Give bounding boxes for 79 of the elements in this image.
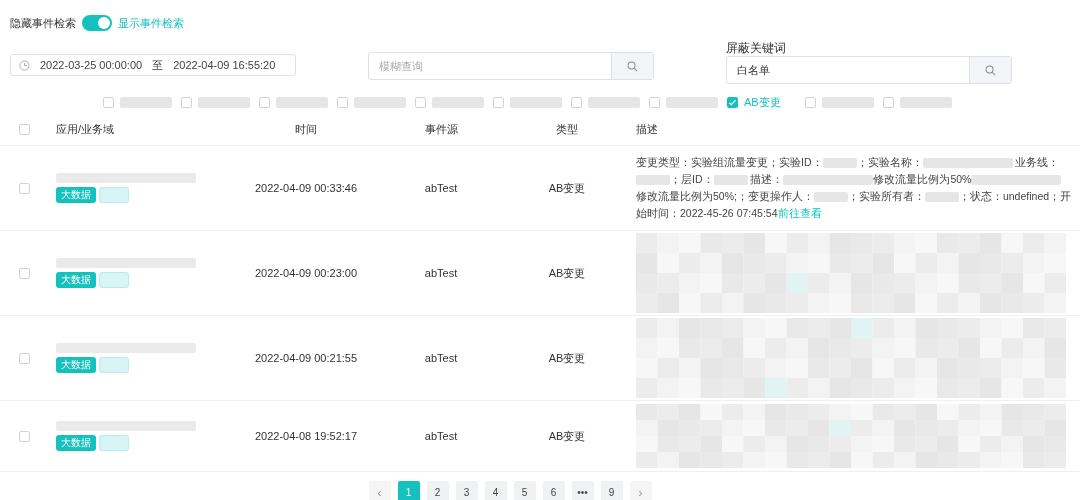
column-header: 类型 bbox=[556, 122, 578, 135]
field-label: 屏蔽关键词 bbox=[726, 40, 787, 56]
tag: 大数据 bbox=[56, 272, 96, 288]
time-cell: 2022-04-09 00:21:55 bbox=[254, 352, 358, 364]
checkbox[interactable] bbox=[805, 96, 816, 108]
source-cell: abTest bbox=[424, 267, 458, 279]
blurred-text bbox=[120, 96, 172, 108]
checkbox[interactable] bbox=[103, 96, 114, 108]
search-field[interactable]: 模糊查询 bbox=[369, 53, 611, 79]
search-bar[interactable]: 模糊查询 bbox=[368, 52, 654, 80]
page-button[interactable]: 2 bbox=[426, 481, 449, 500]
blurred-text bbox=[510, 96, 562, 108]
row-checkbox[interactable] bbox=[19, 352, 30, 364]
column-header: 应用/业务域 bbox=[56, 122, 115, 135]
column-header: 事件源 bbox=[424, 122, 458, 135]
blurred-text bbox=[276, 96, 328, 108]
keyword-field[interactable]: 白名单 bbox=[727, 57, 969, 83]
time-cell: 2022-04-09 00:23:00 bbox=[254, 267, 358, 279]
select-all-checkbox[interactable] bbox=[19, 123, 30, 135]
type-cell: AB变更 bbox=[548, 266, 586, 279]
redacted-text bbox=[713, 175, 748, 186]
blurred-tag bbox=[99, 435, 129, 451]
blurred-text bbox=[588, 96, 640, 108]
blurred-text bbox=[900, 96, 952, 108]
page-button[interactable]: ••• bbox=[571, 481, 594, 500]
type-cell: AB变更 bbox=[548, 351, 586, 364]
blurred-tag bbox=[99, 187, 129, 203]
checkbox[interactable] bbox=[181, 96, 192, 108]
time-cell: 2022-04-09 00:33:46 bbox=[254, 182, 358, 194]
blurred-tag bbox=[99, 357, 129, 373]
keyword-search-bar[interactable]: 白名单 bbox=[726, 56, 1012, 84]
blurred-text bbox=[822, 96, 874, 108]
column-header: 描述 bbox=[636, 122, 658, 135]
checkbox[interactable] bbox=[883, 96, 894, 108]
toggle-switch[interactable] bbox=[82, 15, 112, 31]
checkbox[interactable] bbox=[493, 96, 504, 108]
blurred-text bbox=[432, 96, 484, 108]
blurred-text bbox=[666, 96, 718, 108]
row-checkbox[interactable] bbox=[19, 430, 30, 442]
checkbox[interactable] bbox=[415, 96, 426, 108]
date-range-field[interactable]: 2022-03-25 00:00:00 至 2022-04-09 16:55:20 bbox=[10, 54, 296, 76]
filter-label: AB变更 bbox=[744, 94, 781, 110]
tag: 大数据 bbox=[56, 187, 96, 203]
row-checkbox[interactable] bbox=[19, 267, 30, 279]
toggle-label: 隐藏事件检索 bbox=[10, 15, 76, 31]
page-button[interactable]: 5 bbox=[513, 481, 536, 500]
time-cell: 2022-04-08 19:52:17 bbox=[254, 430, 358, 442]
type-cell: AB变更 bbox=[548, 181, 586, 194]
checkbox[interactable] bbox=[571, 96, 582, 108]
page-button[interactable]: 6 bbox=[542, 481, 565, 500]
redacted-text bbox=[813, 192, 848, 203]
toggle-label: 显示事件检索 bbox=[118, 15, 184, 31]
redacted-text bbox=[636, 175, 670, 186]
description-text: 变更类型：实验组流量变更；实验ID： ；实验名称： 业务线： ；层ID： 描述： 修改流量比例为50% 修改流量比例为50%;；变更操作人： ；实验所有者： ；状态：undefined；开始时间：2022-45-26 07:45:54前往查看 bbox=[636, 155, 1072, 221]
source-cell: abTest bbox=[424, 430, 458, 442]
checkbox[interactable] bbox=[649, 96, 660, 108]
column-header: 时间 bbox=[295, 122, 317, 135]
type-cell: AB变更 bbox=[548, 429, 586, 442]
search-button[interactable] bbox=[969, 57, 1011, 83]
source-cell: abTest bbox=[424, 182, 458, 194]
page-button[interactable]: 9 bbox=[600, 481, 623, 500]
source-cell: abTest bbox=[424, 352, 458, 364]
tag: 大数据 bbox=[56, 435, 96, 451]
row-checkbox[interactable] bbox=[19, 182, 30, 194]
tag: 大数据 bbox=[56, 357, 96, 373]
checkbox[interactable] bbox=[259, 96, 270, 108]
search-icon bbox=[985, 64, 996, 76]
page-button[interactable]: 4 bbox=[484, 481, 507, 500]
blurred-text bbox=[198, 96, 250, 108]
checkbox[interactable] bbox=[337, 96, 348, 108]
blurred-tag bbox=[99, 272, 129, 288]
search-button[interactable] bbox=[611, 53, 653, 79]
checkbox[interactable] bbox=[727, 96, 738, 108]
redacted-text bbox=[822, 158, 857, 169]
blurred-text bbox=[354, 96, 406, 108]
search-icon bbox=[627, 60, 638, 72]
redacted-text bbox=[924, 192, 959, 203]
page-button[interactable]: 3 bbox=[455, 481, 478, 500]
clock-icon bbox=[19, 59, 30, 71]
